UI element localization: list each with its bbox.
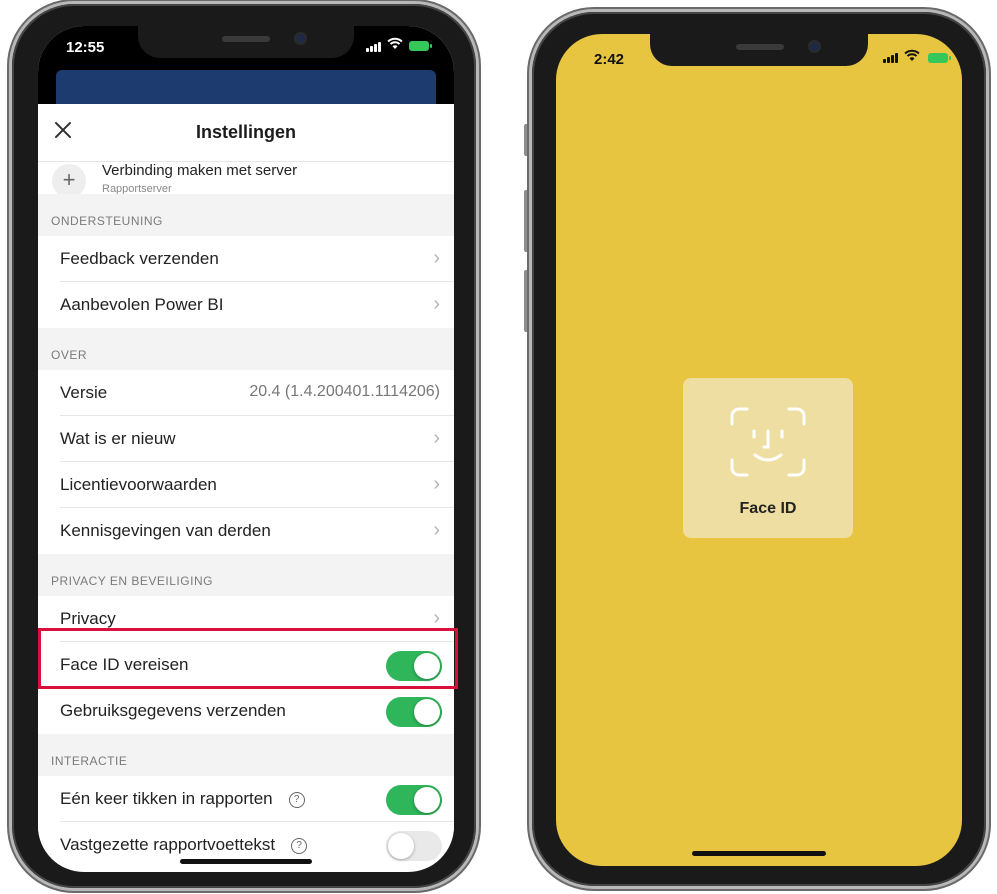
section-privacy-label: PRIVACY EN BEVEILIGING [51, 574, 213, 588]
usage-data-toggle[interactable] [386, 697, 442, 727]
volume-down-button [524, 270, 529, 332]
battery-icon [409, 41, 432, 51]
section-privacy: PRIVACY EN BEVEILIGING [38, 554, 454, 596]
section-interaction: INTERACTIE [38, 734, 454, 776]
row-license-label: Licentievoorwaarden [60, 475, 217, 494]
side-button [476, 208, 481, 306]
battery-icon [928, 53, 951, 63]
row-privacy-label: Privacy [60, 609, 116, 628]
settings-header: Instellingen [38, 104, 454, 162]
volume-up-button [524, 190, 529, 252]
page-title: Instellingen [195, 122, 296, 142]
chevron-right-icon: › [433, 519, 440, 541]
wifi-icon [387, 37, 403, 53]
speaker-grille [222, 36, 270, 42]
front-camera [810, 42, 819, 51]
row-third-party[interactable]: Kennisgevingen van derden › [38, 508, 454, 554]
row-recommended-label: Aanbevolen Power BI [60, 295, 224, 314]
row-whats-new-label: Wat is er nieuw [60, 429, 176, 448]
add-icon: + [52, 164, 86, 198]
row-pinned-footer-label: Vastgezette rapportvoettekst [60, 835, 276, 854]
toggle-knob [414, 699, 440, 725]
screen-right: 2:42 Face ID [556, 34, 962, 866]
row-recommended[interactable]: Aanbevolen Power BI › [38, 282, 454, 328]
help-icon[interactable]: ? [291, 838, 308, 854]
toggle-knob [414, 787, 440, 813]
row-whats-new[interactable]: Wat is er nieuw › [38, 416, 454, 462]
section-support: ONDERSTEUNING [38, 194, 454, 236]
notch [650, 34, 868, 66]
chevron-right-icon: › [433, 473, 440, 495]
face-id-highlight [38, 628, 458, 689]
home-indicator[interactable] [180, 859, 312, 864]
speaker-grille [736, 44, 784, 50]
face-id-label: Face ID [739, 500, 797, 517]
chevron-right-icon: › [433, 247, 440, 269]
section-about: OVER [38, 328, 454, 370]
row-single-tap-label: Eén keer tikken in rapporten [60, 789, 273, 808]
row-version: Versie 20.4 (1.4.200401.1114206) [38, 370, 454, 416]
status-time: 2:42 [594, 51, 625, 68]
signal-icon [883, 53, 898, 63]
wifi-icon [904, 49, 920, 67]
single-tap-toggle[interactable] [386, 785, 442, 815]
section-about-label: OVER [51, 348, 88, 362]
row-pinned-footer-text: Vastgezette rapportvoettekst? [60, 835, 308, 855]
signal-icon [366, 42, 381, 52]
phone-right: 2:42 Face ID [532, 12, 986, 886]
status-time: 12:55 [66, 39, 105, 56]
row-single-tap-text: Eén keer tikken in rapporten? [60, 789, 305, 809]
phone-left: 12:55 Instellingen + Verbinding maken me… [12, 4, 476, 888]
chevron-right-icon: › [433, 607, 440, 629]
version-value: 20.4 (1.4.200401.1114206) [249, 383, 440, 400]
row-usage-data-label: Gebruiksgegevens verzenden [60, 701, 286, 720]
chevron-right-icon: › [433, 293, 440, 315]
chevron-right-icon: › [433, 427, 440, 449]
front-camera [296, 34, 305, 43]
row-third-party-label: Kennisgevingen van derden [60, 521, 271, 540]
toggle-knob [388, 833, 414, 859]
silent-switch [524, 124, 529, 156]
row-single-tap: Eén keer tikken in rapporten? [38, 776, 454, 822]
screen-left: 12:55 Instellingen + Verbinding maken me… [38, 26, 454, 872]
section-support-label: ONDERSTEUNING [51, 214, 163, 228]
connect-server-label: Verbinding maken met server [102, 162, 298, 179]
home-indicator[interactable] [692, 851, 826, 856]
face-id-icon [728, 406, 808, 483]
row-version-label: Versie [60, 383, 108, 402]
pinned-footer-toggle[interactable] [386, 831, 442, 861]
row-feedback-label: Feedback verzenden [60, 249, 219, 268]
section-interaction-label: INTERACTIE [51, 754, 128, 768]
row-usage-data: Gebruiksgegevens verzenden [38, 688, 454, 734]
face-id-card: Face ID [683, 378, 853, 538]
settings-app: 12:55 Instellingen + Verbinding maken me… [38, 26, 454, 872]
row-feedback[interactable]: Feedback verzenden › [38, 236, 454, 282]
help-icon[interactable]: ? [288, 792, 305, 808]
row-license[interactable]: Licentievoorwaarden › [38, 462, 454, 508]
notch [138, 26, 354, 58]
background-app-sliver [56, 70, 436, 104]
